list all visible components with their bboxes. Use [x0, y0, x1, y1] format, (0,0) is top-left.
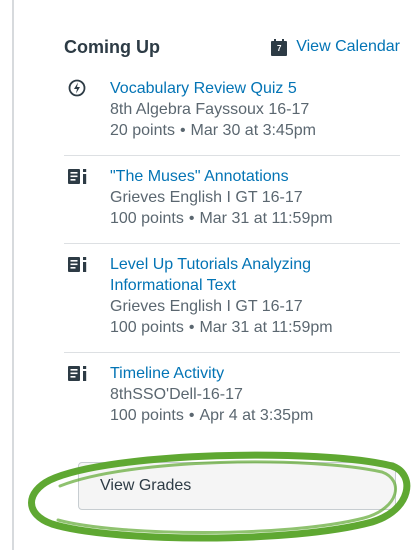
item-course: Grieves English I GT 16-17: [110, 189, 303, 206]
item-meta: 20 points • Mar 30 at 3:45pm: [110, 120, 400, 141]
assignment-icon: [68, 364, 92, 384]
bullet-separator: •: [179, 122, 186, 139]
list-item: Level Up Tutorials Analyzing Information…: [64, 244, 400, 353]
assignment-icon: [68, 255, 92, 275]
item-title-link[interactable]: "The Muses" Annotations: [110, 166, 400, 187]
calendar-icon: 7: [271, 38, 288, 56]
bullet-separator: •: [188, 210, 195, 227]
item-title-link[interactable]: Level Up Tutorials Analyzing Information…: [110, 254, 400, 296]
view-calendar-label[interactable]: View Calendar: [296, 38, 400, 56]
item-title-link[interactable]: Timeline Activity: [110, 363, 400, 384]
coming-up-list: Vocabulary Review Quiz 5 8th Algebra Fay…: [64, 68, 400, 440]
bullet-separator: •: [188, 319, 195, 336]
view-grades-button[interactable]: View Grades: [78, 462, 396, 510]
item-meta: 100 points • Mar 31 at 11:59pm: [110, 208, 400, 229]
quiz-icon: [68, 79, 92, 99]
coming-up-header: Coming Up 7 View Calendar: [64, 34, 400, 62]
item-course: Grieves English I GT 16-17: [110, 298, 303, 315]
item-due: Apr 4 at 3:35pm: [199, 407, 314, 424]
bullet-separator: •: [188, 407, 195, 424]
item-due: Mar 30 at 3:45pm: [190, 122, 316, 139]
item-points: 20 points: [110, 122, 175, 139]
item-meta: 100 points • Mar 31 at 11:59pm: [110, 317, 400, 338]
item-meta: 100 points • Apr 4 at 3:35pm: [110, 405, 400, 426]
item-course: 8th Algebra Fayssoux 16-17: [110, 101, 310, 118]
list-item: Timeline Activity 8thSSO'Dell-16-17 100 …: [64, 353, 400, 440]
item-points: 100 points: [110, 407, 184, 424]
calendar-icon-day: 7: [277, 43, 282, 53]
coming-up-title: Coming Up: [64, 37, 160, 57]
item-due: Mar 31 at 11:59pm: [199, 210, 333, 227]
view-calendar-link[interactable]: 7 View Calendar: [271, 34, 400, 60]
list-item: Vocabulary Review Quiz 5 8th Algebra Fay…: [64, 68, 400, 156]
item-points: 100 points: [110, 210, 184, 227]
assignment-icon: [68, 167, 92, 187]
item-title-link[interactable]: Vocabulary Review Quiz 5: [110, 78, 400, 99]
item-points: 100 points: [110, 319, 184, 336]
page: Coming Up 7 View Calendar Vocabulary Rev…: [0, 0, 414, 550]
item-course: 8thSSO'Dell-16-17: [110, 386, 243, 403]
item-due: Mar 31 at 11:59pm: [199, 319, 333, 336]
list-item: "The Muses" Annotations Grieves English …: [64, 156, 400, 244]
